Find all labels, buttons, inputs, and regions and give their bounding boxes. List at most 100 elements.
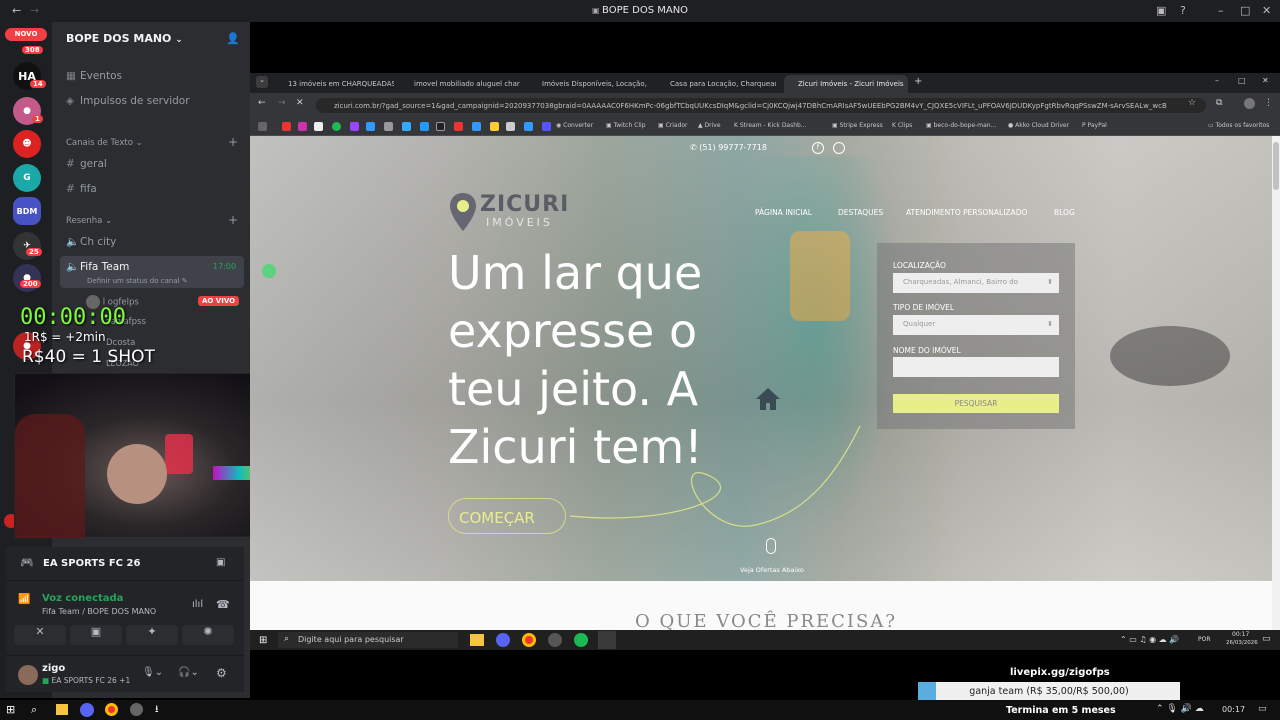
search-button[interactable]: PESQUISAR <box>893 394 1059 413</box>
disconnect-icon[interactable]: ☎ <box>216 598 230 611</box>
bookmark-clips[interactable]: K Clips <box>892 122 912 129</box>
nav-highlights[interactable]: DESTAQUES <box>838 208 883 217</box>
back-icon[interactable]: ← <box>258 98 266 108</box>
chrome-icon[interactable] <box>522 633 536 647</box>
add-member-icon[interactable]: 👤 <box>226 32 240 45</box>
nav-blog[interactable]: BLOG <box>1054 208 1075 217</box>
noise-suppression-icon[interactable]: ılıl <box>192 599 203 610</box>
sidebar-item-boosts[interactable]: ◈ Impulsos de servidor <box>66 95 190 107</box>
tab-search-icon[interactable]: ⌄ <box>256 76 268 88</box>
soundboard-button[interactable]: ✺ <box>182 625 234 645</box>
camera-off-button[interactable]: ✕ <box>14 625 66 645</box>
discord-icon[interactable] <box>496 633 510 647</box>
voice-channel-ch-city[interactable]: 🔈Ch city <box>66 235 116 248</box>
add-channel-icon[interactable]: + <box>228 213 238 227</box>
bookmark-icon[interactable] <box>332 122 341 131</box>
settings-gear-icon[interactable]: ⚙ <box>216 666 227 680</box>
bookmark-icon[interactable] <box>524 122 533 131</box>
spotify-icon[interactable] <box>574 633 588 647</box>
screen-share-icon[interactable]: ▣ <box>216 557 225 568</box>
bookmark-star-icon[interactable]: ☆ <box>1188 98 1196 108</box>
whatsapp-icon[interactable] <box>262 264 276 278</box>
language-indicator[interactable]: POR <box>1198 636 1211 643</box>
share-screen-button[interactable]: ▣ <box>70 625 122 645</box>
zicuri-logo-text[interactable]: ZICURI <box>480 192 569 217</box>
add-channel-icon[interactable]: + <box>228 135 238 149</box>
bookmark-icon[interactable] <box>454 122 463 131</box>
channel-status-placeholder[interactable]: Definir um status do canal ✎ <box>87 277 188 285</box>
maximize-icon[interactable]: □ <box>1238 76 1246 85</box>
bookmark-icon[interactable] <box>384 122 393 131</box>
minimize-icon[interactable]: – <box>1218 4 1224 17</box>
taskbar-search-box[interactable]: ⌕ Digite aqui para pesquisar <box>278 632 458 648</box>
profile-avatar[interactable] <box>1244 98 1255 109</box>
new-tab-icon[interactable]: + <box>914 76 922 87</box>
all-bookmarks[interactable]: ▭ Todos os favoritos <box>1208 122 1269 129</box>
page-scrollbar[interactable] <box>1272 136 1280 630</box>
tab-imoveis-disponiveis[interactable]: Imóveis Disponíveis, Locação, <box>528 75 648 93</box>
bookmark-paypal[interactable]: P PayPal <box>1082 122 1107 129</box>
type-select[interactable]: Qualquer ⬍ <box>893 315 1059 335</box>
bookmark-icon[interactable] <box>366 122 375 131</box>
server-icon-red[interactable]: ☻ <box>13 130 41 158</box>
reload-icon[interactable]: ✕ <box>296 98 304 108</box>
chrome-active-icon[interactable] <box>598 631 616 649</box>
bookmark-icon[interactable] <box>350 122 359 131</box>
instagram-icon[interactable] <box>833 142 845 154</box>
bookmark-icon[interactable] <box>472 122 481 131</box>
bookmark-drive[interactable]: ▲ Drive <box>698 122 721 129</box>
help-icon[interactable]: ? <box>1180 4 1186 17</box>
extensions-icon[interactable]: ⧉ <box>1216 98 1222 108</box>
nav-home[interactable]: PÁGINA INICIAL <box>755 208 812 217</box>
bookmark-icon[interactable] <box>282 122 291 131</box>
bookmark-beco[interactable]: ▣ beco-do-bope-man... <box>926 122 996 129</box>
file-explorer-icon[interactable] <box>470 634 484 646</box>
apps-icon[interactable] <box>258 122 267 131</box>
clock-date[interactable]: 26/03/2026 <box>1226 640 1258 646</box>
avatar[interactable] <box>18 665 38 685</box>
bookmark-icon[interactable] <box>490 122 499 131</box>
channel-fifa[interactable]: # fifa <box>66 183 97 195</box>
username[interactable]: zigo <box>42 663 65 674</box>
address-bar[interactable]: zicuri.com.br/?gad_source=1&gad_campaign… <box>316 98 1206 113</box>
server-icon-bdm[interactable]: BDM <box>13 197 41 225</box>
headphones-icon[interactable]: 🎧⌄ <box>178 667 199 678</box>
file-explorer-icon[interactable] <box>56 704 68 715</box>
minimize-icon[interactable]: – <box>1215 76 1219 85</box>
bookmark-icon[interactable] <box>506 122 515 131</box>
windows-start-icon[interactable]: ⊞ <box>6 703 15 716</box>
tab-13-imoveis[interactable]: 13 imóveis em CHARQUEADAS <box>274 75 394 93</box>
bookmark-icon[interactable] <box>298 122 307 131</box>
bookmark-icon[interactable] <box>314 122 323 131</box>
bookmark-stripe[interactable]: ▣ Stripe Express <box>832 122 883 129</box>
tray-icons[interactable]: ⌃ 🎙 🔊 ☁ <box>1156 704 1204 714</box>
windows-start-icon[interactable]: ⊞ <box>259 635 267 646</box>
new-messages-pill[interactable]: NOVO <box>5 28 47 41</box>
discord-icon[interactable] <box>80 703 94 717</box>
activities-button[interactable]: ✦ <box>126 625 178 645</box>
bookmark-icon[interactable] <box>436 122 445 131</box>
microphone-icon[interactable]: 🎙⌄ <box>142 667 163 678</box>
chrome-icon[interactable] <box>105 703 118 716</box>
clock-time[interactable]: 00:17 <box>1222 705 1245 714</box>
tab-zicuri[interactable]: Zicuri Imóveis - Zicuri Imóveis <box>784 75 908 93</box>
bookmark-akko[interactable]: ● Akko Cloud Driver <box>1008 122 1069 129</box>
search-icon[interactable]: ⌕ <box>31 703 37 717</box>
category-resenha[interactable]: Resenha ⌄ <box>66 216 112 226</box>
bookmark-icon[interactable] <box>542 122 551 131</box>
notification-icon[interactable]: ▭ <box>1258 704 1267 714</box>
server-name[interactable]: BOPE DOS MANO ⌄ <box>66 32 183 45</box>
bookmark-icon[interactable] <box>420 122 429 131</box>
tab-casa-locacao[interactable]: Casa para Locação, Charqueadas <box>656 75 776 93</box>
obs-icon[interactable] <box>130 703 143 716</box>
nav-service[interactable]: ATENDIMENTO PERSONALIZADO <box>906 208 1027 217</box>
bookmark-converter[interactable]: ◉ Converter <box>556 122 593 129</box>
channel-geral[interactable]: # geral <box>66 158 107 170</box>
maximize-icon[interactable]: □ <box>1240 4 1250 17</box>
clock-time[interactable]: 00:17 <box>1232 631 1249 638</box>
tray-icons[interactable]: ⌃ ▭ ♫ ◉ ☁ 🔊 <box>1120 635 1179 644</box>
notification-icon[interactable]: ▭ <box>1262 634 1271 644</box>
location-select[interactable]: Charqueadas, Almanci, Bairro do ⬍ <box>893 273 1059 293</box>
phone-number[interactable]: ✆ (51) 99777-7718 <box>690 143 767 152</box>
forward-icon[interactable]: → <box>278 98 286 108</box>
